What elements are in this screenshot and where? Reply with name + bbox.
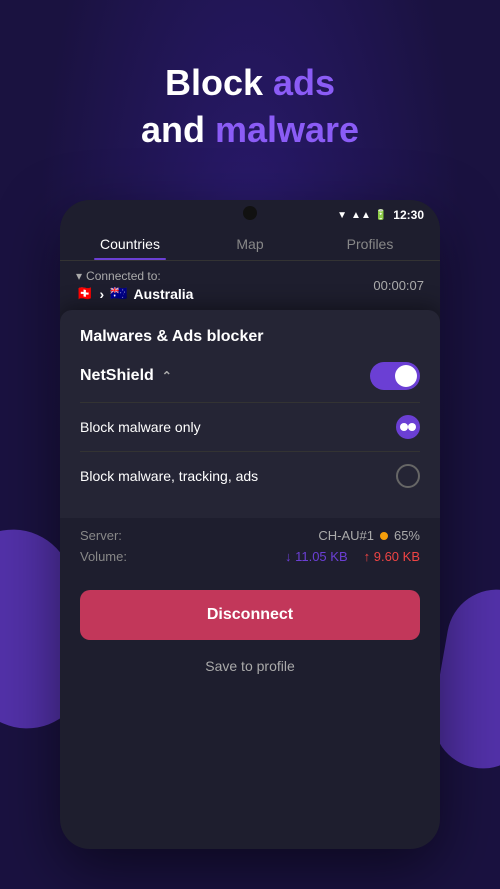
volume-row: Volume: ↓ 11.05 KB ↑ 9.60 KB: [80, 549, 420, 564]
server-section: Server: CH-AU#1 65% Volume: ↓ 11.05 KB ↑…: [60, 518, 440, 574]
arrow-icon: ›: [99, 286, 104, 302]
hero-line1: Block ads: [165, 62, 335, 103]
block-malware-only-radio[interactable]: [396, 415, 420, 439]
battery-icon: 🔋: [375, 210, 387, 221]
server-label: Server:: [80, 528, 122, 543]
radio-inner-dot: [400, 423, 408, 431]
block-tracking-ads-radio[interactable]: [396, 464, 420, 488]
country-name: Australia: [134, 286, 194, 302]
flag-from: 🇨🇭: [76, 285, 93, 302]
save-to-profile-link[interactable]: Save to profile: [60, 648, 440, 690]
server-row: Server: CH-AU#1 65%: [80, 528, 420, 543]
server-value: CH-AU#1 65%: [318, 528, 420, 543]
hero-malware-highlight: malware: [215, 109, 359, 150]
connection-timer: 00:00:07: [373, 278, 424, 293]
connected-flags: 🇨🇭 › 🇦🇺 Australia: [76, 285, 193, 302]
chevron-down-icon: ▾: [76, 269, 82, 283]
connected-label: ▾ Connected to:: [76, 269, 193, 283]
netshield-label: NetShield ⌃: [80, 367, 172, 385]
camera-notch: [243, 206, 257, 220]
download-volume: ↓ 11.05 KB: [285, 549, 348, 564]
clock: 12:30: [393, 208, 424, 222]
upload-volume: ↑ 9.60 KB: [364, 549, 420, 564]
tab-bar: Countries Map Profiles: [60, 226, 440, 261]
load-indicator: [380, 532, 388, 540]
block-malware-only-option[interactable]: Block malware only: [80, 402, 420, 451]
netshield-toggle[interactable]: [370, 362, 420, 390]
disconnect-button[interactable]: Disconnect: [80, 590, 420, 640]
tab-profiles[interactable]: Profiles: [310, 226, 430, 260]
hero-title: Block ads and malware: [0, 60, 500, 154]
malware-blocker-panel: Malwares & Ads blocker NetShield ⌃ Block…: [60, 310, 440, 518]
popup-title: Malwares & Ads blocker: [80, 328, 420, 346]
hero-ads-highlight: ads: [273, 62, 335, 103]
flag-to: 🇦🇺: [110, 285, 127, 302]
wifi-icon: ▲▲: [351, 210, 371, 221]
block-malware-tracking-ads-option[interactable]: Block malware, tracking, ads: [80, 451, 420, 500]
volume-label: Volume:: [80, 549, 127, 564]
phone-frame: ▼ ▲▲ 🔋 12:30 Countries Map Profiles ▾ Co…: [60, 200, 440, 849]
connected-info: ▾ Connected to: 🇨🇭 › 🇦🇺 Australia: [76, 269, 193, 302]
volume-values: ↓ 11.05 KB ↑ 9.60 KB: [285, 549, 420, 564]
hero-line2: and malware: [141, 109, 359, 150]
connected-row: ▾ Connected to: 🇨🇭 › 🇦🇺 Australia 00:00:…: [60, 261, 440, 310]
tab-map[interactable]: Map: [190, 226, 310, 260]
netshield-row: NetShield ⌃: [80, 362, 420, 390]
status-icons: ▼ ▲▲ 🔋: [337, 210, 387, 221]
signal-icon: ▼: [337, 210, 347, 221]
tab-countries[interactable]: Countries: [70, 226, 190, 260]
hero-section: Block ads and malware: [0, 60, 500, 154]
netshield-chevron-icon[interactable]: ⌃: [162, 369, 172, 383]
